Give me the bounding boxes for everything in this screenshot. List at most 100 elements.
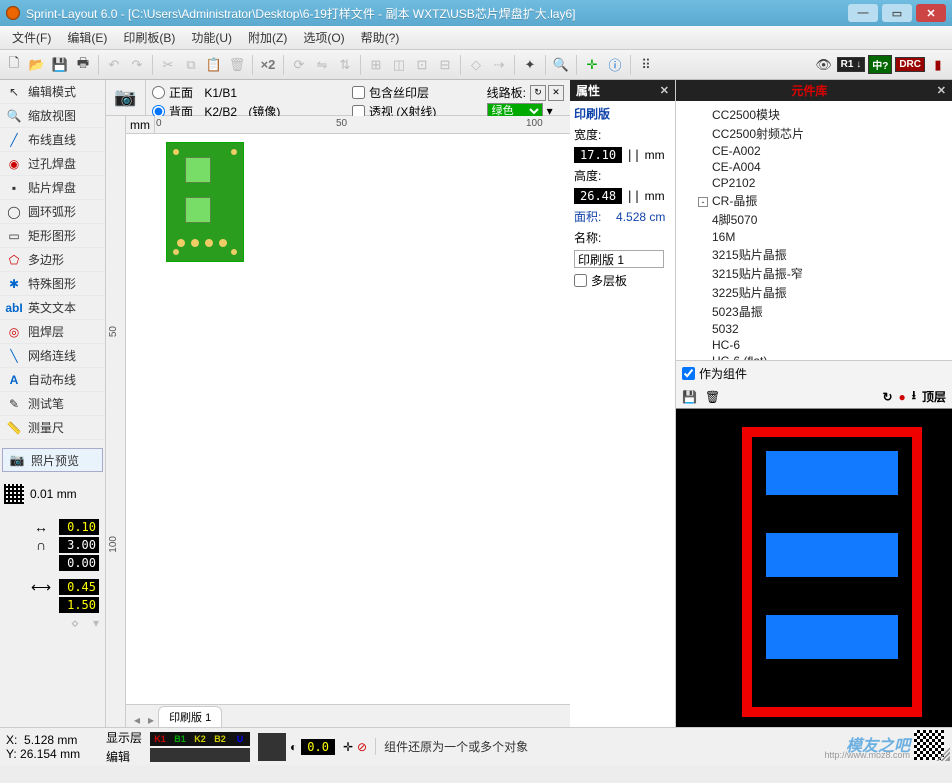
align-icon[interactable]: ⊞ bbox=[366, 55, 386, 75]
dim-value-4[interactable]: 1.50 bbox=[59, 597, 99, 613]
cn-badge[interactable]: 中? bbox=[868, 55, 892, 74]
tree-item[interactable]: -CR-晶振 bbox=[682, 191, 946, 210]
tool-arc[interactable]: ◯圆环弧形 bbox=[0, 200, 105, 224]
tree-item[interactable]: CE-A004 bbox=[682, 159, 946, 175]
node-icon[interactable]: ◇ bbox=[466, 55, 486, 75]
menu-file[interactable]: 文件(F) bbox=[4, 26, 59, 49]
tool-rect[interactable]: ▭矩形图形 bbox=[0, 224, 105, 248]
maximize-button[interactable]: ▭ bbox=[882, 4, 912, 22]
radio-front[interactable]: 正面 K1/B1 bbox=[152, 84, 340, 101]
new-file-icon[interactable]: 🗋 bbox=[4, 55, 24, 75]
group-icon[interactable]: ⊡ bbox=[412, 55, 432, 75]
tool-testpen[interactable]: ✎测试笔 bbox=[0, 392, 105, 416]
close-button[interactable]: ✕ bbox=[916, 4, 946, 22]
tool-polygon[interactable]: ⬠多边形 bbox=[0, 248, 105, 272]
tool-autoroute[interactable]: A自动布线 bbox=[0, 368, 105, 392]
layer-swatch[interactable]: U bbox=[230, 732, 250, 746]
tree-item[interactable]: 5032 bbox=[682, 321, 946, 337]
menu-options[interactable]: 选项(O) bbox=[295, 26, 352, 49]
snap-icon[interactable]: ◫ bbox=[389, 55, 409, 75]
tree-item[interactable]: 4脚5070 bbox=[682, 210, 946, 229]
rotate-icon[interactable]: ⟳ bbox=[289, 55, 309, 75]
props-multilayer-checkbox[interactable]: 多层板 bbox=[574, 272, 671, 289]
dots-icon[interactable]: ⠿ bbox=[636, 55, 656, 75]
tree-item[interactable]: 3215贴片晶振-窄 bbox=[682, 264, 946, 283]
tool-smd-pad[interactable]: ▪贴片焊盘 bbox=[0, 176, 105, 200]
tool-photo-preview[interactable]: 📷照片预览 bbox=[2, 448, 103, 472]
route-close-icon[interactable]: ✕ bbox=[548, 85, 564, 101]
paste-icon[interactable]: 📋 bbox=[204, 55, 224, 75]
dim-value-2[interactable]: 0.00 bbox=[59, 555, 99, 571]
tool-edit-mode[interactable]: ↖编辑模式 bbox=[0, 80, 105, 104]
complib-close-icon[interactable]: ✕ bbox=[937, 84, 946, 97]
marker-icon[interactable]: ▮ bbox=[928, 55, 948, 75]
tree-item[interactable]: 5023晶振 bbox=[682, 302, 946, 321]
drc-badge[interactable]: DRC bbox=[895, 57, 925, 72]
info-icon[interactable]: ⓘ bbox=[605, 55, 625, 75]
comp-save-icon[interactable]: 💾 bbox=[682, 390, 697, 404]
tree-item[interactable]: CC2500射频芯片 bbox=[682, 124, 946, 143]
tab-scroll-left[interactable]: ◂ bbox=[130, 713, 144, 727]
r1-badge[interactable]: R1 ↓ bbox=[837, 57, 866, 72]
tool-special[interactable]: ✱特殊图形 bbox=[0, 272, 105, 296]
tool-mask[interactable]: ◎阻焊层 bbox=[0, 320, 105, 344]
comp-delete-icon[interactable]: 🗑 bbox=[705, 390, 720, 404]
grid-setting[interactable]: 0.01 mm bbox=[2, 480, 103, 508]
print-icon[interactable]: 🖶 bbox=[73, 55, 93, 75]
menu-board[interactable]: 印刷板(B) bbox=[115, 26, 183, 49]
as-component-checkbox[interactable]: 作为组件 bbox=[682, 365, 946, 382]
dim-value-0[interactable]: 0.10 bbox=[59, 519, 99, 535]
route-refresh-icon[interactable]: ↻ bbox=[530, 85, 546, 101]
ungroup-icon[interactable]: ⊟ bbox=[435, 55, 455, 75]
dim-value-3[interactable]: 0.45 bbox=[59, 579, 99, 595]
pcb-canvas[interactable] bbox=[126, 134, 570, 705]
angle-dial-icon[interactable]: ◐ bbox=[290, 740, 297, 754]
tree-item[interactable]: CP2102 bbox=[682, 175, 946, 191]
eye-icon[interactable]: 👁 bbox=[814, 55, 834, 75]
minimize-button[interactable]: — bbox=[848, 4, 878, 22]
no-crosshair-icon[interactable]: ⊘ bbox=[357, 740, 367, 754]
layer-swatch[interactable]: B2 bbox=[210, 732, 230, 746]
tree-item[interactable]: 3215贴片晶振 bbox=[682, 245, 946, 264]
link-icon[interactable]: ⇢ bbox=[489, 55, 509, 75]
tree-item[interactable]: 3225贴片晶振 bbox=[682, 283, 946, 302]
menu-help[interactable]: 帮助(?) bbox=[353, 26, 408, 49]
tree-item[interactable]: HC-6 (flat) bbox=[682, 353, 946, 361]
board-tab-1[interactable]: 印刷版 1 bbox=[158, 706, 222, 727]
toggle-icon[interactable]: ✦ bbox=[520, 55, 540, 75]
tool-trace[interactable]: ╱布线直线 bbox=[0, 128, 105, 152]
layer-swatch[interactable]: K1 bbox=[150, 732, 170, 746]
open-file-icon[interactable]: 📂 bbox=[27, 55, 47, 75]
crosshair-status-icon[interactable]: ✛ bbox=[343, 740, 353, 754]
tool-ruler[interactable]: 📏测量尺 bbox=[0, 416, 105, 440]
menu-edit[interactable]: 编辑(E) bbox=[59, 26, 115, 49]
comp-record-icon[interactable]: ● bbox=[899, 390, 906, 404]
checkbox-silk[interactable]: 包含丝印层 bbox=[352, 84, 436, 101]
redo-icon[interactable]: ↷ bbox=[127, 55, 147, 75]
tool-netline[interactable]: ╲网络连线 bbox=[0, 344, 105, 368]
mirror-v-icon[interactable]: ⇅ bbox=[335, 55, 355, 75]
props-height-value[interactable]: 26.48 bbox=[574, 188, 622, 204]
tab-scroll-right[interactable]: ▸ bbox=[144, 713, 158, 727]
copy-icon[interactable]: ⧉ bbox=[181, 55, 201, 75]
props-close-icon[interactable]: ✕ bbox=[660, 84, 669, 97]
camera-view-icon[interactable]: 📷 bbox=[106, 80, 146, 115]
tree-item[interactable]: CC2500模块 bbox=[682, 105, 946, 124]
delete-icon[interactable]: 🗑 bbox=[227, 55, 247, 75]
save-icon[interactable]: 💾 bbox=[50, 55, 70, 75]
duplicate-icon[interactable]: ×2 bbox=[258, 55, 278, 75]
tool-zoom[interactable]: 🔍缩放视图 bbox=[0, 104, 105, 128]
layer-display[interactable]: 显示层 编辑 bbox=[106, 729, 142, 765]
crosshair-icon[interactable]: ✛ bbox=[582, 55, 602, 75]
tree-item[interactable]: CE-A002 bbox=[682, 143, 946, 159]
cut-icon[interactable]: ✂ bbox=[158, 55, 178, 75]
layer-swatch[interactable]: B1 bbox=[170, 732, 190, 746]
tree-item[interactable]: 16M bbox=[682, 229, 946, 245]
mirror-h-icon[interactable]: ⇋ bbox=[312, 55, 332, 75]
dim-value-1[interactable]: 3.00 bbox=[59, 537, 99, 553]
menu-function[interactable]: 功能(U) bbox=[183, 26, 240, 49]
comp-rotate-icon[interactable]: ↻ bbox=[882, 390, 892, 404]
layer-swatch[interactable]: K2 bbox=[190, 732, 210, 746]
undo-icon[interactable]: ↶ bbox=[104, 55, 124, 75]
resize-grip[interactable] bbox=[936, 747, 950, 761]
